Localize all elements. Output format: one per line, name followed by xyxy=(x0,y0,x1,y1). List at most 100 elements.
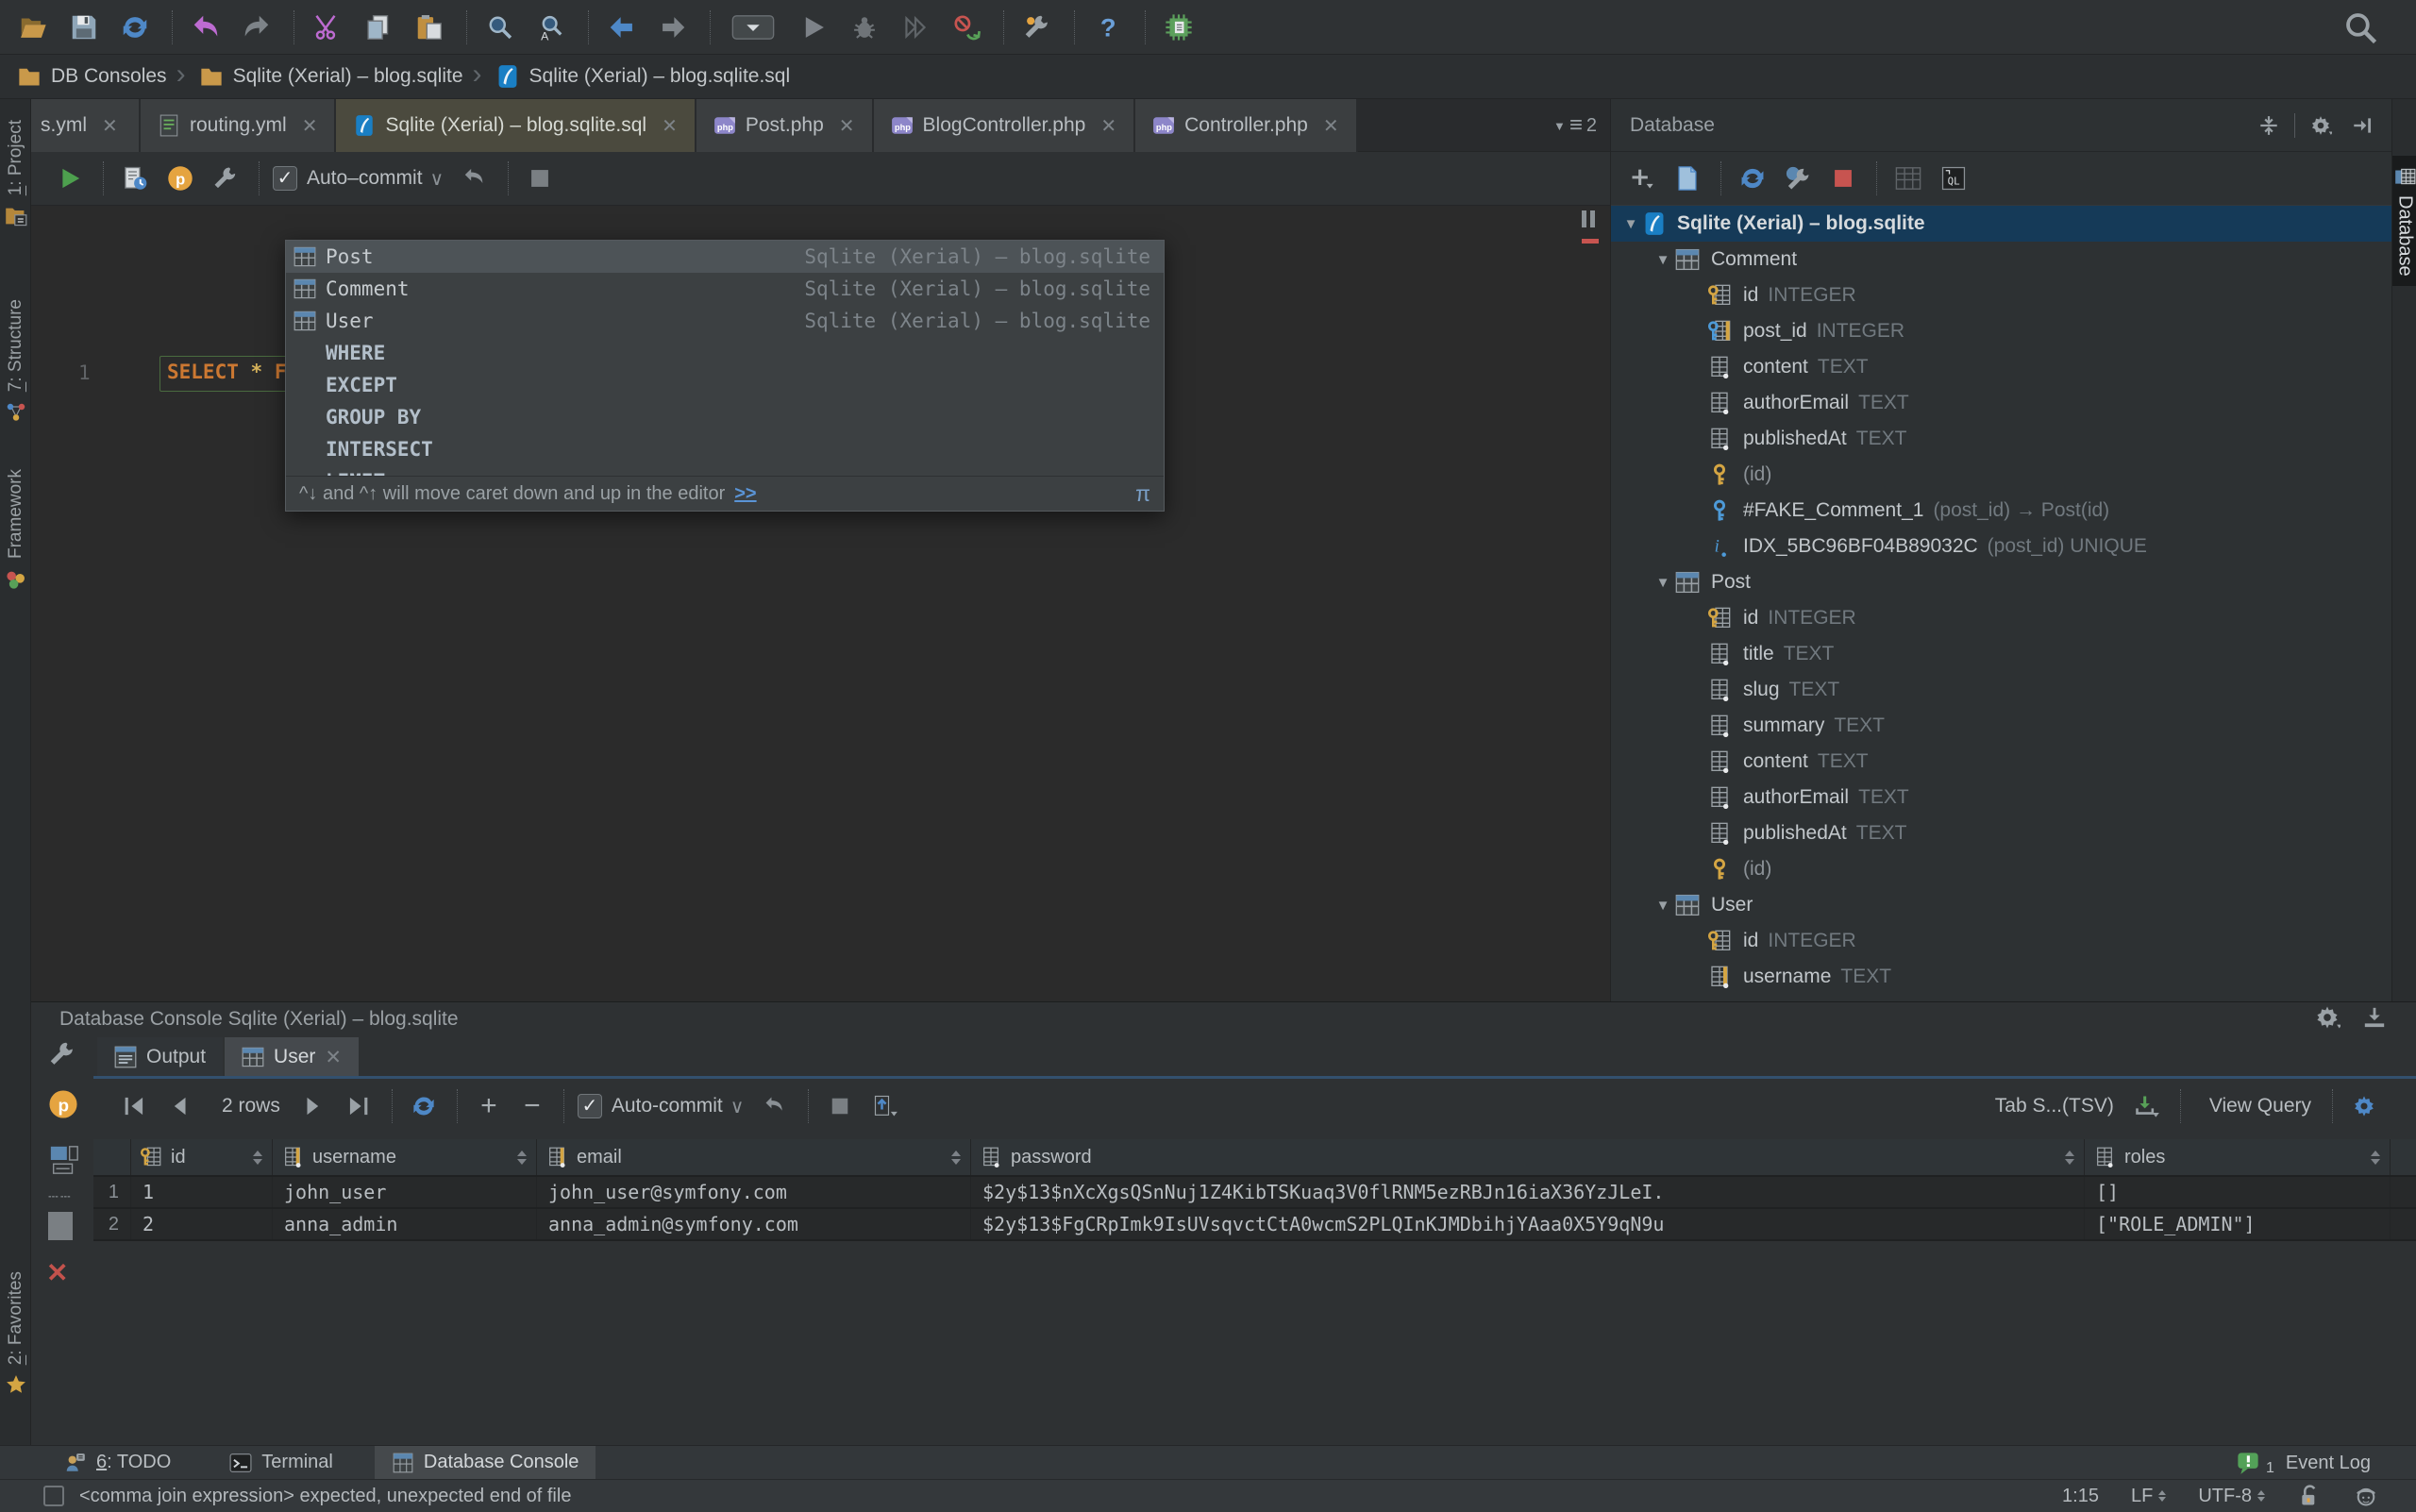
completion-item-WHERE[interactable]: WHERE xyxy=(286,337,1164,369)
submit-changes-button[interactable] xyxy=(867,1088,903,1124)
column-header-username[interactable]: username xyxy=(273,1139,537,1175)
tree-row-#FAKE_Comment_1[interactable]: #FAKE_Comment_1(post_id) → Post(id) xyxy=(1611,493,2391,529)
toolwindow-button-framework[interactable]: Framework xyxy=(0,469,31,591)
rollback-button[interactable] xyxy=(457,160,493,196)
new-console-button[interactable] xyxy=(1669,160,1705,196)
error-stripe-mark[interactable] xyxy=(1582,239,1599,244)
back-button[interactable] xyxy=(602,8,642,47)
previous-page-button[interactable] xyxy=(161,1088,197,1124)
gear-icon[interactable] xyxy=(2305,109,2337,142)
expand-arrow-icon[interactable]: ▼ xyxy=(1651,252,1675,268)
delete-row-button[interactable]: − xyxy=(514,1090,550,1122)
table-row[interactable]: 11john_userjohn_user@symfony.com$2y$13$n… xyxy=(93,1177,2416,1209)
expand-arrow-icon[interactable]: ▼ xyxy=(1651,575,1675,591)
tree-row-publishedAt[interactable]: publishedAtTEXT xyxy=(1611,421,2391,457)
help-button[interactable]: ? xyxy=(1088,8,1128,47)
tree-row-summary[interactable]: summaryTEXT xyxy=(1611,708,2391,744)
stop-button[interactable] xyxy=(822,1088,858,1124)
tab-Post.php[interactable]: phpPost.php✕ xyxy=(696,99,874,152)
hint-more-link[interactable]: >> xyxy=(734,483,756,505)
sort-icon[interactable] xyxy=(2065,1151,2074,1165)
expand-arrow-icon[interactable]: ▼ xyxy=(1619,216,1643,232)
bottombar-item-todo[interactable]: 6: TODO xyxy=(47,1446,188,1480)
cell[interactable]: 1 xyxy=(131,1177,273,1207)
tree-row-User[interactable]: ▼User xyxy=(1611,887,2391,923)
database-toolwindow-button[interactable]: Database xyxy=(2392,156,2416,286)
completion-item-User[interactable]: UserSqlite (Xerial) – blog.sqlite xyxy=(286,305,1164,337)
tree-row-content[interactable]: contentTEXT xyxy=(1611,744,2391,780)
tree-row-IDX_5BC96BF04B89032C[interactable]: iIDX_5BC96BF04B89032C(post_id) UNIQUE xyxy=(1611,529,2391,564)
close-icon[interactable]: ✕ xyxy=(1100,114,1116,138)
dock-panel-icon[interactable] xyxy=(2361,1004,2388,1031)
undo-button[interactable] xyxy=(186,8,226,47)
hide-panel-icon[interactable] xyxy=(2346,109,2378,142)
completion-item-Post[interactable]: PostSqlite (Xerial) – blog.sqlite xyxy=(286,241,1164,273)
bottombar-item-database-console[interactable]: Database Console xyxy=(375,1446,596,1480)
toolwindow-button-project[interactable]: 1: Project xyxy=(0,120,31,227)
export-data-button[interactable] xyxy=(2129,1088,2165,1124)
drag-handle-icon[interactable]: ┄┄ xyxy=(48,1187,73,1207)
add-row-button[interactable]: + xyxy=(471,1090,507,1122)
tree-row-title[interactable]: titleTEXT xyxy=(1611,636,2391,672)
cell[interactable]: john_user@symfony.com xyxy=(537,1177,971,1207)
settings-button[interactable] xyxy=(1017,8,1057,47)
tab-s.yml[interactable]: s.yml✕ xyxy=(31,99,141,152)
gear-icon[interactable] xyxy=(2314,1004,2340,1031)
sql-editor[interactable]: p✓Auto–commit∨ 1 SELECT * FROM PostSqlit… xyxy=(31,152,1610,1001)
column-header-email[interactable]: email xyxy=(537,1139,971,1175)
toolwindow-button-structure[interactable]: 7: Structure xyxy=(0,299,31,424)
close-icon[interactable]: ✕ xyxy=(302,114,318,138)
column-header-password[interactable]: password xyxy=(971,1139,2085,1175)
run-config-button[interactable] xyxy=(724,8,782,47)
tree-row-publishedAt[interactable]: publishedAtTEXT xyxy=(1611,815,2391,851)
paste-button[interactable] xyxy=(410,8,449,47)
tree-row-(id)[interactable]: (id) xyxy=(1611,851,2391,887)
stop-button[interactable] xyxy=(522,160,558,196)
tree-row-id[interactable]: idINTEGER xyxy=(1611,600,2391,636)
sort-icon[interactable] xyxy=(517,1151,527,1165)
autocommit-checkbox[interactable]: ✓ xyxy=(578,1094,602,1118)
cell[interactable]: john_user xyxy=(273,1177,537,1207)
find-button[interactable] xyxy=(480,8,520,47)
last-page-button[interactable] xyxy=(341,1088,377,1124)
redo-button[interactable] xyxy=(237,8,277,47)
open-console-button[interactable]: QL xyxy=(1936,160,1971,196)
column-header-roles[interactable]: roles xyxy=(2085,1139,2391,1175)
folder-open-button[interactable] xyxy=(13,8,53,47)
close-icon[interactable]: ✕ xyxy=(839,114,855,138)
tree-row-authorEmail[interactable]: authorEmailTEXT xyxy=(1611,780,2391,815)
open-table-button[interactable] xyxy=(1890,160,1926,196)
breadcrumb-item[interactable]: DB Consoles xyxy=(17,64,167,89)
console-history-button[interactable] xyxy=(117,160,153,196)
encoding-widget[interactable]: UTF-8 xyxy=(2198,1486,2265,1507)
cell[interactable]: 2 xyxy=(131,1209,273,1239)
memory-button[interactable] xyxy=(1159,8,1199,47)
completion-item-GROUP BY[interactable]: GROUP BY xyxy=(286,401,1164,433)
console-tab-Output[interactable]: Output xyxy=(97,1037,223,1077)
column-header-id[interactable]: id xyxy=(131,1139,273,1175)
view-query-button[interactable]: View Query xyxy=(2209,1095,2311,1117)
tab-Sqlite (Xerial) – blog.sqlite.sql[interactable]: Sqlite (Xerial) – blog.sqlite.sql✕ xyxy=(336,99,696,152)
export-format-label[interactable]: Tab S...(TSV) xyxy=(1995,1095,2114,1117)
php-console-icon[interactable]: p xyxy=(48,1089,78,1119)
completion-item-INTERSECT[interactable]: INTERSECT xyxy=(286,433,1164,465)
close-icon[interactable]: ✕ xyxy=(325,1046,342,1069)
sort-icon[interactable] xyxy=(2371,1151,2380,1165)
copy-button[interactable] xyxy=(359,8,398,47)
autocommit-checkbox[interactable]: ✓ xyxy=(273,166,297,191)
rollback-button[interactable] xyxy=(757,1088,793,1124)
tree-row-Sqlite (Xerial) – blog.sqlite[interactable]: ▼Sqlite (Xerial) – blog.sqlite xyxy=(1611,206,2391,242)
chevron-down-icon[interactable]: ∨ xyxy=(430,167,445,191)
cell[interactable]: $2y$13$nXcXgsQSnNuj1Z4KibTSKuaq3V0flRNM5… xyxy=(971,1177,2085,1207)
tree-row-slug[interactable]: slugTEXT xyxy=(1611,672,2391,708)
close-icon[interactable]: ✕ xyxy=(1323,114,1339,138)
stop-button[interactable] xyxy=(1825,160,1861,196)
tree-row-authorEmail[interactable]: authorEmailTEXT xyxy=(1611,385,2391,421)
lock-open-icon[interactable] xyxy=(2297,1484,2322,1508)
add-datasource-button[interactable] xyxy=(1624,160,1660,196)
completion-item-EXCEPT[interactable]: EXCEPT xyxy=(286,369,1164,401)
tree-row-id[interactable]: idINTEGER xyxy=(1611,277,2391,313)
refresh-button[interactable] xyxy=(1735,160,1770,196)
console-settings-button[interactable] xyxy=(208,160,243,196)
cell[interactable]: ["ROLE_ADMIN"] xyxy=(2085,1209,2391,1239)
